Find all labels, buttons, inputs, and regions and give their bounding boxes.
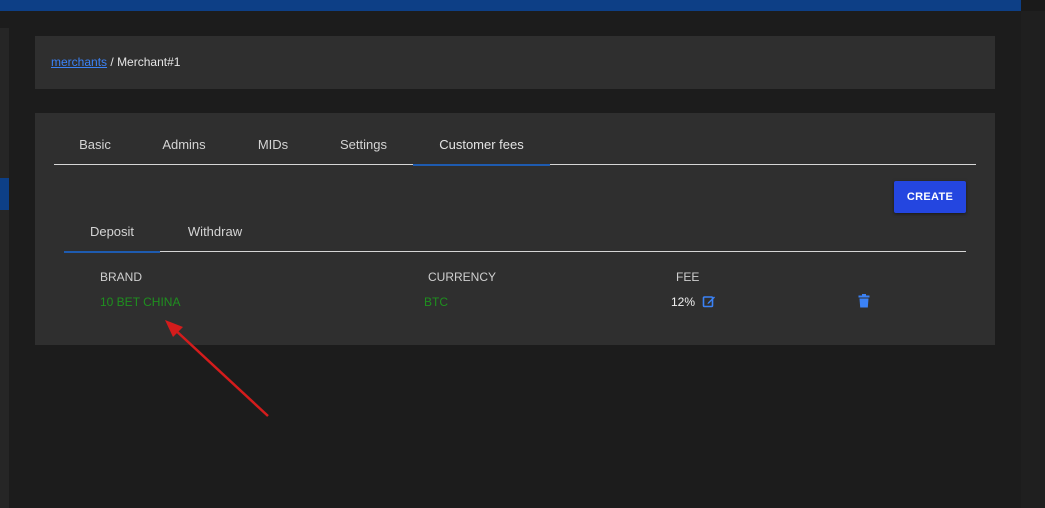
- tab-deposit[interactable]: Deposit: [64, 219, 160, 253]
- breadcrumb: merchants / Merchant#1: [51, 55, 180, 69]
- tab-settings[interactable]: Settings: [314, 131, 413, 164]
- top-bar-corner: [1021, 0, 1045, 11]
- brand-cell: 10 BET CHINA: [100, 295, 181, 309]
- merchant-details-card: Basic Admins MIDs Settings Customer fees…: [35, 113, 995, 345]
- breadcrumb-separator: /: [110, 55, 114, 69]
- sidebar-rail: [0, 28, 9, 508]
- top-nav-bar: [0, 0, 1021, 11]
- fee-type-tabs: Deposit Withdraw: [64, 219, 966, 253]
- column-header-currency[interactable]: CURRENCY: [428, 270, 496, 284]
- fee-cell: 12%: [671, 295, 696, 309]
- tab-basic[interactable]: Basic: [54, 131, 136, 164]
- tab-admins[interactable]: Admins: [136, 131, 232, 164]
- create-button[interactable]: CREATE: [894, 181, 966, 213]
- main-tabs: Basic Admins MIDs Settings Customer fees: [54, 131, 976, 166]
- scrollbar-track[interactable]: [1021, 11, 1045, 508]
- edit-icon[interactable]: [702, 294, 716, 313]
- sidebar-active-indicator[interactable]: [0, 178, 9, 210]
- column-header-fee[interactable]: FEE: [676, 270, 699, 284]
- trash-icon[interactable]: [858, 294, 870, 313]
- breadcrumb-link-merchants[interactable]: merchants: [51, 55, 107, 69]
- column-header-brand[interactable]: BRAND: [100, 270, 142, 284]
- currency-cell: BTC: [424, 295, 448, 309]
- tab-withdraw[interactable]: Withdraw: [160, 219, 270, 251]
- breadcrumb-card: merchants / Merchant#1: [35, 36, 995, 89]
- tab-customer-fees[interactable]: Customer fees: [413, 131, 550, 166]
- breadcrumb-current: Merchant#1: [117, 55, 181, 69]
- tab-mids[interactable]: MIDs: [232, 131, 314, 164]
